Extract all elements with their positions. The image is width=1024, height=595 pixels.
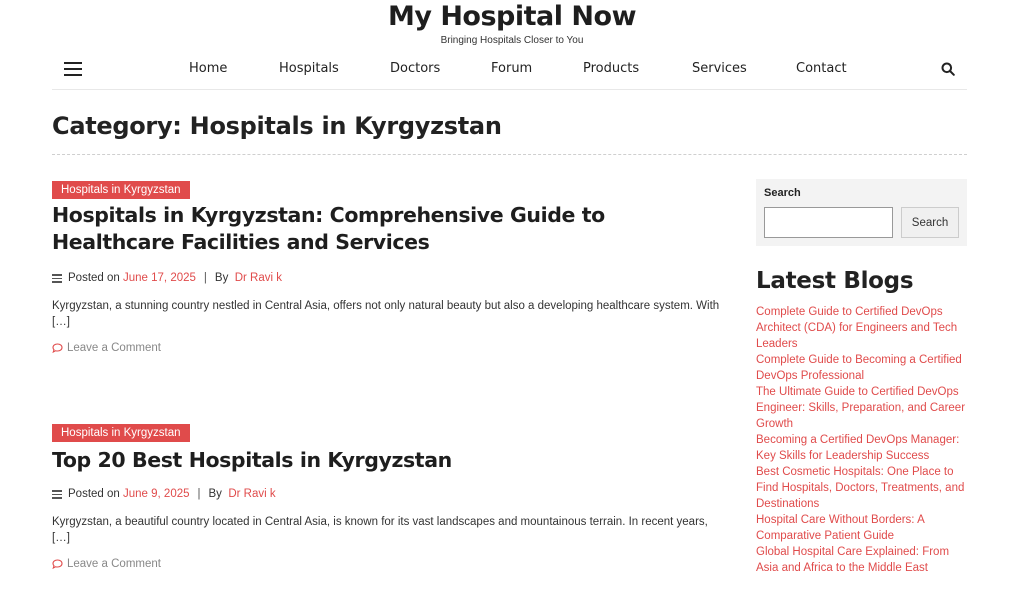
post-meta: Posted on June 9, 2025 | By Dr Ravi k [52,488,722,500]
main-navigation: Home Hospitals Doctors Forum Products Se… [52,56,967,90]
post-article: Hospitals in Kyrgyzstan Hospitals in Kyr… [52,180,722,354]
speech-bubble-icon [52,343,63,353]
nav-items: Home Hospitals Doctors Forum Products Se… [52,61,967,81]
post-excerpt: Kyrgyzstan, a stunning country nestled i… [52,300,720,328]
post-article: Hospitals in Kyrgyzstan Top 20 Best Hosp… [52,423,722,570]
post-author-link[interactable]: Dr Ravi k [228,488,275,500]
post-excerpt: Kyrgyzstan, a beautiful country located … [52,516,708,544]
leave-comment-link[interactable]: Leave a Comment [52,342,722,354]
post-title[interactable]: Hospitals in Kyrgyzstan: Comprehensive G… [52,202,722,256]
nav-item-forum[interactable]: Forum [491,61,532,76]
latest-blog-link[interactable]: Becoming a Certified DevOps Manager: Key… [756,432,966,464]
posted-on-label: Posted on [68,488,120,500]
by-label: By [208,488,222,500]
meta-separator: | [197,488,201,500]
latest-blog-link[interactable]: Complete Guide to Certified DevOps Archi… [756,304,966,352]
search-icon[interactable] [941,62,955,76]
category-badge[interactable]: Hospitals in Kyrgyzstan [52,181,190,199]
site-tagline: Bringing Hospitals Closer to You [440,35,584,46]
leave-comment-label: Leave a Comment [67,558,161,570]
site-title[interactable]: My Hospital Now [0,2,1024,32]
title-divider [52,154,967,155]
latest-blog-link[interactable]: Best Cosmetic Hospitals: One Place to Fi… [756,464,966,512]
category-badge[interactable]: Hospitals in Kyrgyzstan [52,424,190,442]
latest-blog-link[interactable]: The Ultimate Guide to Certified DevOps E… [756,384,966,432]
nav-item-home[interactable]: Home [189,61,227,76]
list-lines-icon [52,274,62,283]
nav-item-doctors[interactable]: Doctors [390,61,440,76]
latest-blog-link[interactable]: Complete Guide to Becoming a Certified D… [756,352,966,384]
latest-blogs-title: Latest Blogs [756,268,914,294]
list-lines-icon [52,490,62,499]
nav-item-services[interactable]: Services [692,61,747,76]
search-button[interactable]: Search [901,207,959,238]
leave-comment-label: Leave a Comment [67,342,161,354]
latest-blog-link[interactable]: Hospital Care Without Borders: A Compara… [756,512,966,544]
by-label: By [214,272,229,284]
search-input[interactable] [764,207,893,238]
nav-item-hospitals[interactable]: Hospitals [279,61,339,76]
post-date-link[interactable]: June 9, 2025 [123,488,190,500]
post-date-link[interactable]: June 17, 2025 [123,272,196,284]
post-title[interactable]: Top 20 Best Hospitals in Kyrgyzstan [52,447,722,474]
nav-item-contact[interactable]: Contact [796,61,847,76]
post-author-link[interactable]: Dr Ravi k [235,272,282,284]
meta-separator: | [203,272,207,284]
site-header: My Hospital Now Bringing Hospitals Close… [0,0,1024,47]
speech-bubble-icon [52,559,63,569]
posted-on-label: Posted on [68,272,120,284]
nav-item-products[interactable]: Products [583,61,639,76]
sidebar-search-widget: Search Search [756,179,967,246]
leave-comment-link[interactable]: Leave a Comment [52,558,722,570]
post-meta: Posted on June 17, 2025 | By Dr Ravi k [52,272,722,284]
search-widget-label: Search [764,187,801,199]
latest-blogs-list: Complete Guide to Certified DevOps Archi… [756,304,966,576]
page-title: Category: Hospitals in Kyrgyzstan [52,112,502,140]
latest-blog-link[interactable]: Global Hospital Care Explained: From Asi… [756,544,966,576]
